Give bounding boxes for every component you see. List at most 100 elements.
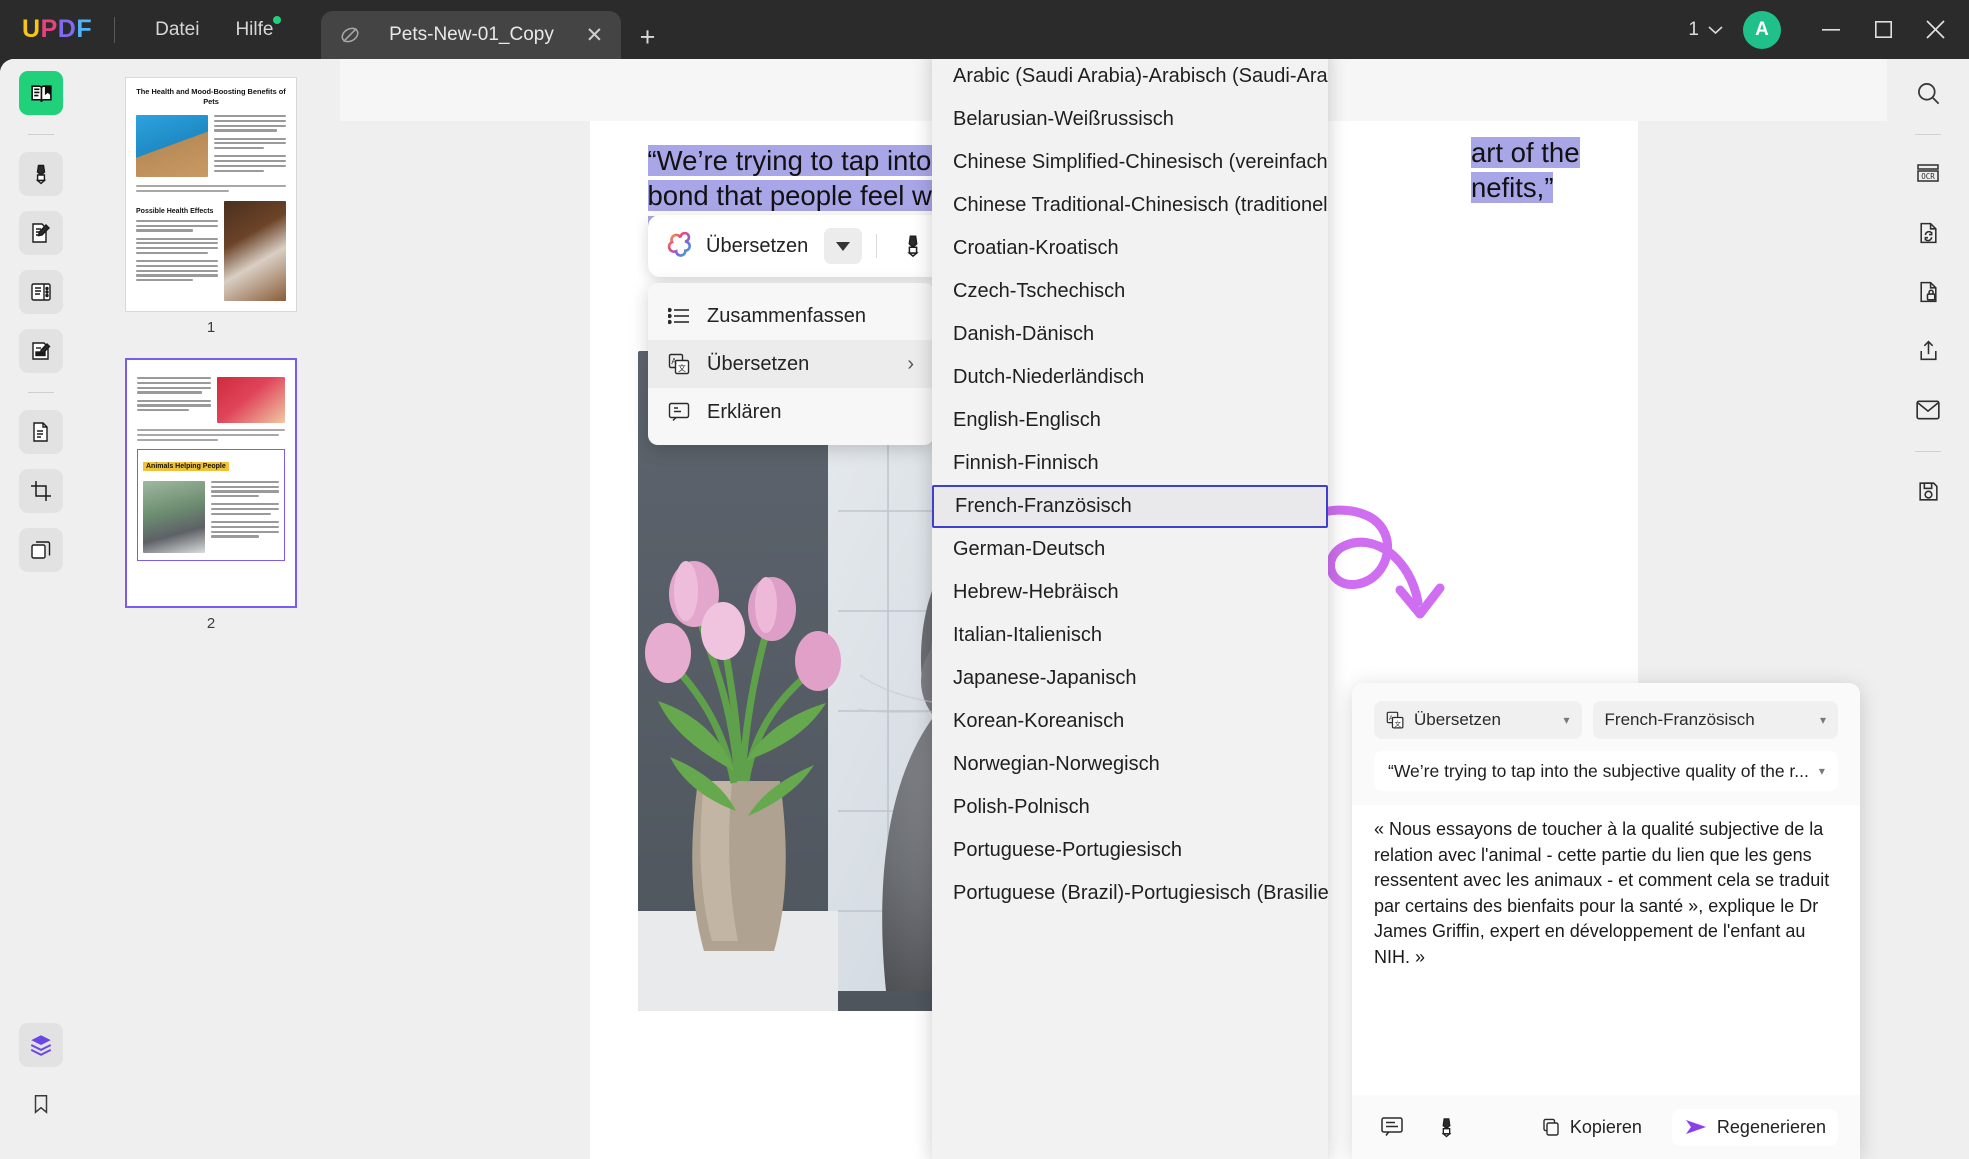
ai-panel-source-caret-icon: ▾: [1809, 764, 1825, 778]
thumb-1-title: The Health and Mood-Boosting Benefits of…: [136, 87, 286, 107]
tab-strip: Pets-New-01_Copy ✕ +: [321, 0, 667, 59]
window-maximize-button[interactable]: [1857, 0, 1909, 59]
ai-context-menu: Zusammenfassen A 文 Übersetzen ›: [648, 283, 934, 445]
titlebar-right-group: 1 A: [1688, 0, 1969, 59]
language-option-finnish[interactable]: Finnish-Finnisch: [932, 442, 1328, 485]
share-icon[interactable]: [1906, 329, 1950, 373]
ai-panel-language-selector[interactable]: French-Französisch ▾: [1593, 701, 1838, 739]
copy-icon: [1541, 1117, 1561, 1137]
sidebar-item-crop[interactable]: [19, 469, 63, 513]
language-option-english[interactable]: English-Englisch: [932, 399, 1328, 442]
svg-text:OCR: OCR: [1921, 172, 1935, 181]
sidebar-item-annotate[interactable]: [19, 152, 63, 196]
rail-divider-2: [28, 392, 54, 393]
protect-icon[interactable]: [1906, 270, 1950, 314]
quote-right-1: art of the: [1471, 137, 1580, 168]
language-option-chinese-simplified[interactable]: Chinese Simplified-Chinesisch (vereinfac…: [932, 141, 1328, 184]
highlighter-icon[interactable]: [891, 226, 935, 266]
ai-toolbar-divider: [876, 234, 877, 258]
language-option-french[interactable]: French-Französisch: [932, 485, 1328, 528]
language-option-japanese[interactable]: Japanese-Japanisch: [932, 657, 1328, 700]
tab-close-icon[interactable]: ✕: [581, 22, 607, 48]
language-option-belarusian[interactable]: Belarusian-Weißrussisch: [932, 98, 1328, 141]
comment-icon[interactable]: [1374, 1110, 1410, 1144]
language-option-italian[interactable]: Italian-Italienisch: [932, 614, 1328, 657]
ai-sparkle-icon: [666, 232, 695, 261]
language-option-german[interactable]: German-Deutsch: [932, 528, 1328, 571]
sidebar-item-form[interactable]: [19, 329, 63, 373]
svg-text:A: A: [671, 357, 677, 366]
language-option-arabic[interactable]: Arabic (Saudi Arabia)-Arabisch (Saudi-Ar…: [932, 59, 1328, 98]
thumbnail-panel[interactable]: The Health and Mood-Boosting Benefits of…: [82, 59, 340, 1159]
thumb-1-caption: [136, 185, 286, 192]
menu-datei[interactable]: Datei: [137, 15, 217, 45]
menu-hilfe-label: Hilfe: [235, 19, 273, 40]
language-option-hebrew[interactable]: Hebrew-Hebräisch: [932, 571, 1328, 614]
thumb-1-subheading: Possible Health Effects: [136, 208, 218, 215]
sidebar-item-page-copy[interactable]: [19, 410, 63, 454]
list-icon: [668, 307, 690, 325]
quote-right-2: nefits,”: [1471, 172, 1554, 203]
ai-panel-source-value: “We’re trying to tap into the subjective…: [1388, 761, 1809, 782]
language-option-norwegian[interactable]: Norwegian-Norwegisch: [932, 743, 1328, 786]
ai-translate-action[interactable]: Übersetzen: [658, 232, 818, 261]
mail-icon[interactable]: [1906, 388, 1950, 432]
thumb-1-text-block: [214, 115, 286, 178]
ai-panel-mode-label: Übersetzen: [1414, 710, 1501, 730]
ai-panel-source-text[interactable]: “We’re trying to tap into the subjective…: [1374, 751, 1838, 791]
language-option-korean[interactable]: Korean-Koreanisch: [932, 700, 1328, 743]
right-tool-rail: OCR: [1887, 59, 1969, 1159]
language-dropdown-menu[interactable]: Arabic (Saudi Arabia)-Arabisch (Saudi-Ar…: [932, 59, 1328, 1159]
ai-panel-mode-selector[interactable]: A 文 Übersetzen ▾: [1374, 701, 1582, 739]
window-close-button[interactable]: [1909, 0, 1961, 59]
language-option-czech[interactable]: Czech-Tschechisch: [932, 270, 1328, 313]
language-option-danish[interactable]: Danish-Dänisch: [932, 313, 1328, 356]
window-minimize-button[interactable]: [1805, 0, 1857, 59]
updf-application-window: UPDF Datei Hilfe Pets-New-01_Copy ✕ +: [0, 0, 1969, 1159]
ai-panel-mode-caret-icon: ▾: [1564, 713, 1570, 727]
thumbnail-page-2[interactable]: Animals Helping People: [125, 358, 297, 608]
regenerate-icon: [1684, 1117, 1708, 1137]
rail-divider: [28, 134, 54, 135]
language-option-portuguese-brazil[interactable]: Portuguese (Brazil)-Portugiesisch (Brasi…: [932, 872, 1328, 915]
language-option-portuguese[interactable]: Portuguese-Portugiesisch: [932, 829, 1328, 872]
context-menu-item-zusammenfassen[interactable]: Zusammenfassen: [648, 292, 934, 340]
thumbnail-page-1-number: 1: [207, 319, 215, 336]
language-option-dutch[interactable]: Dutch-Niederländisch: [932, 356, 1328, 399]
svg-text:A: A: [1389, 715, 1394, 722]
ocr-icon[interactable]: OCR: [1906, 152, 1950, 196]
sidebar-item-reader[interactable]: [19, 71, 63, 115]
svg-text:文: 文: [1395, 719, 1402, 728]
new-tab-button[interactable]: +: [627, 15, 667, 59]
main-frame: The Health and Mood-Boosting Benefits of…: [0, 59, 1969, 1159]
sidebar-item-batch[interactable]: [19, 528, 63, 572]
sidebar-item-bookmark[interactable]: [19, 1082, 63, 1126]
save-icon[interactable]: [1906, 469, 1950, 513]
language-option-chinese-traditional[interactable]: Chinese Traditional-Chinesisch (traditio…: [932, 184, 1328, 227]
page-indicator[interactable]: 1: [1688, 19, 1723, 41]
context-menu-label-erklaeren: Erklären: [707, 401, 781, 424]
convert-icon[interactable]: [1906, 211, 1950, 255]
chevron-down-icon: [1708, 25, 1723, 35]
sidebar-item-organize[interactable]: [19, 270, 63, 314]
document-tab[interactable]: Pets-New-01_Copy ✕: [321, 11, 621, 59]
avatar[interactable]: A: [1743, 11, 1781, 49]
search-icon[interactable]: [1906, 71, 1950, 115]
right-rail-divider-2: [1915, 451, 1941, 452]
regenerate-label: Regenerieren: [1717, 1117, 1826, 1138]
ai-toolbar-dropdown-icon[interactable]: [824, 228, 862, 264]
language-option-croatian[interactable]: Croatian-Kroatisch: [932, 227, 1328, 270]
regenerate-button[interactable]: Regenerieren: [1672, 1109, 1838, 1146]
ai-toolbar-label: Übersetzen: [706, 235, 808, 258]
sidebar-item-edit-pdf[interactable]: [19, 211, 63, 255]
ai-result-panel: A 文 Übersetzen ▾ French-Französisch ▾ “W…: [1352, 683, 1860, 1159]
copy-button[interactable]: Kopieren: [1529, 1109, 1654, 1146]
thumbnail-page-1[interactable]: The Health and Mood-Boosting Benefits of…: [125, 77, 297, 312]
context-menu-item-uebersetzen[interactable]: A 文 Übersetzen ›: [648, 340, 934, 388]
language-option-polish[interactable]: Polish-Polnisch: [932, 786, 1328, 829]
context-menu-label-zusammenfassen: Zusammenfassen: [707, 305, 866, 328]
menu-hilfe[interactable]: Hilfe: [217, 15, 291, 45]
highlighter-icon[interactable]: [1428, 1110, 1464, 1144]
context-menu-item-erklaeren[interactable]: Erklären: [648, 388, 934, 436]
sidebar-item-ai-assistant[interactable]: [19, 1023, 63, 1067]
